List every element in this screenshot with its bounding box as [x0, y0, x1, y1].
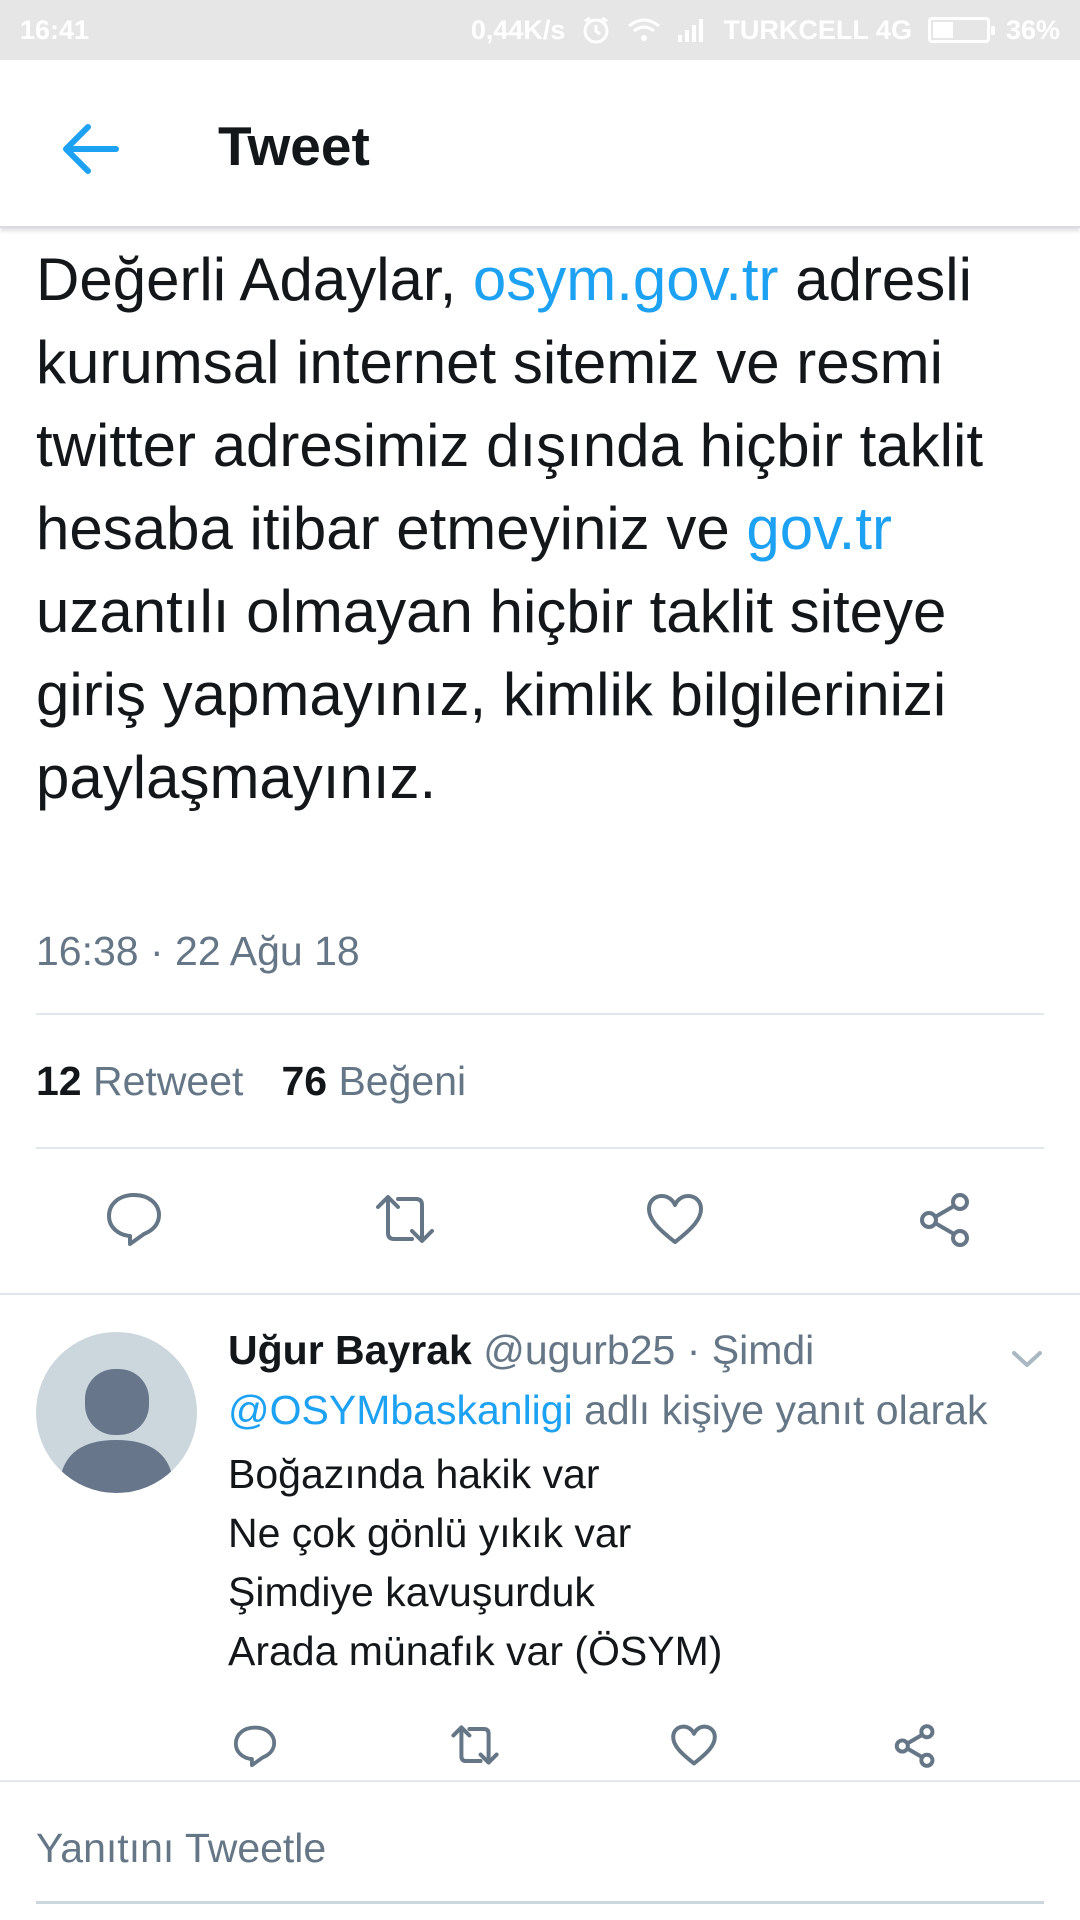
tweet-text-segment: Değerli Adaylar, [36, 246, 473, 313]
chevron-down-icon[interactable] [1008, 1345, 1046, 1373]
compose-underline [36, 1901, 1044, 1904]
avatar[interactable] [36, 1332, 197, 1493]
reply-separator: · [675, 1327, 712, 1373]
reply-compose-input[interactable]: Yanıtını Tweetle [36, 1825, 326, 1872]
like-stat[interactable]: 76 Beğeni [281, 1058, 466, 1105]
retweet-label: Retweet [93, 1058, 244, 1104]
reply-line: Boğazında hakik var [228, 1451, 600, 1497]
link-osym-gov-tr[interactable]: osym.gov.tr [473, 246, 779, 313]
reply-author-handle[interactable]: @ugurb25 [483, 1327, 675, 1373]
tweet-stats: 12 Retweet 76 Beğeni [36, 1058, 466, 1105]
tweet-text: Değerli Adaylar, osym.gov.tr adresli kur… [36, 238, 1046, 819]
status-bar: 16:41 0,44K/s TURKCELL 4G 36% [0, 0, 1080, 60]
network-speed: 0,44K/s [470, 14, 566, 45]
reply-actions [0, 1720, 1080, 1800]
arrow-left-icon [63, 124, 119, 174]
default-avatar-icon [60, 1369, 173, 1493]
reply-header: Uğur Bayrak @ugurb25 · Şimdi [228, 1327, 814, 1374]
retweet-icon[interactable] [370, 1193, 440, 1245]
divider [36, 1013, 1044, 1015]
alarm-icon [581, 15, 611, 45]
reply-line: Ne çok gönlü yıkık var [228, 1510, 632, 1556]
battery-fill [932, 22, 954, 38]
mention-link[interactable]: @OSYMbaskanligi [228, 1387, 573, 1433]
wifi-icon [627, 17, 661, 43]
retweet-count: 12 [36, 1058, 82, 1104]
like-icon[interactable] [645, 1192, 705, 1246]
status-time: 16:41 [20, 14, 90, 45]
battery-percent: 36% [1005, 14, 1060, 45]
retweet-stat[interactable]: 12 Retweet [36, 1058, 243, 1105]
reply-text: Boğazında hakik var Ne çok gönlü yıkık v… [228, 1445, 722, 1681]
reply-icon[interactable] [104, 1191, 164, 1247]
share-icon[interactable] [916, 1191, 974, 1249]
app-bar: Tweet [0, 60, 1080, 228]
status-icons: 0,44K/s TURKCELL 4G 36% [471, 15, 1060, 46]
reply-line: Arada münafık var (ÖSYM) [228, 1628, 723, 1674]
divider [36, 1147, 1044, 1149]
divider [0, 1780, 1080, 1782]
share-icon[interactable] [892, 1723, 938, 1769]
tweet-text-segment: uzantılı olmayan hiçbir taklit siteye gi… [36, 578, 947, 811]
like-icon[interactable] [670, 1723, 718, 1767]
back-button[interactable] [58, 122, 122, 176]
page-title: Tweet [218, 115, 370, 177]
reply-context-label: adlı kişiye yanıt olarak [572, 1387, 988, 1433]
battery-icon [927, 17, 995, 43]
reply-author-name[interactable]: Uğur Bayrak [228, 1327, 472, 1373]
link-gov-tr[interactable]: gov.tr [746, 495, 892, 562]
divider [0, 1293, 1080, 1295]
tweet-actions [0, 1180, 1080, 1260]
like-count: 76 [281, 1058, 328, 1104]
reply-icon[interactable] [232, 1723, 278, 1769]
retweet-icon[interactable] [447, 1724, 503, 1766]
like-label: Beğeni [338, 1058, 467, 1104]
reply-context: @OSYMbaskanligi adlı kişiye yanıt olarak [228, 1387, 987, 1434]
reply-time: Şimdi [711, 1327, 815, 1373]
signal-icon [677, 17, 707, 43]
carrier-label: TURKCELL 4G [723, 14, 912, 45]
tweet-timestamp: 16:38 · 22 Ağu 18 [36, 928, 360, 974]
reply-line: Şimdiye kavuşurduk [228, 1569, 595, 1615]
